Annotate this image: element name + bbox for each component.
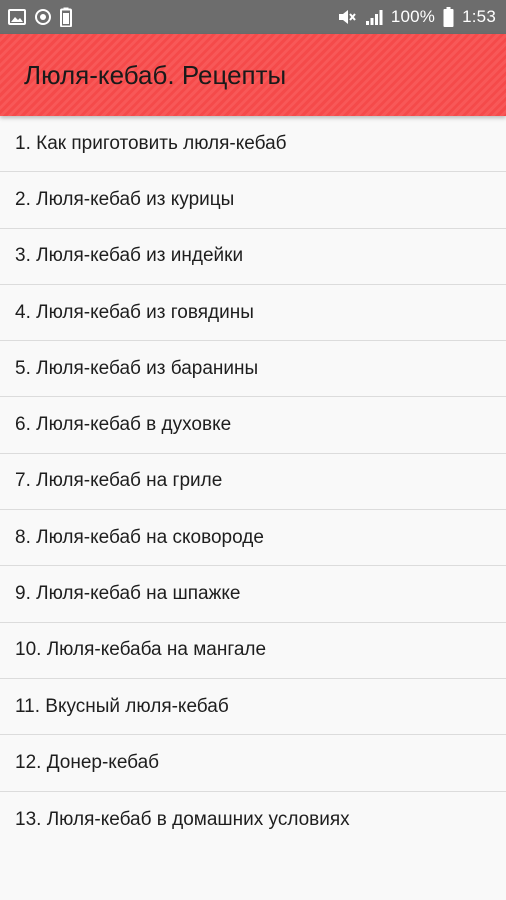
sync-icon (34, 8, 52, 26)
status-right: 100% 1:53 (337, 7, 496, 27)
battery-percent: 100% (390, 7, 436, 26)
app-bar: Люля-кебаб. Рецепты (0, 34, 506, 116)
recipe-list-item[interactable]: 6. Люля-кебаб в духовке (0, 397, 506, 454)
battery-saver-icon (60, 7, 72, 27)
recipe-list-item[interactable]: 2. Люля-кебаб из курицы (0, 172, 506, 229)
recipe-list-item[interactable]: 13. Люля-кебаб в домашних условиях (0, 791, 506, 848)
recipe-list-item[interactable]: 5. Люля-кебаб из баранины (0, 341, 506, 398)
mute-icon (337, 8, 357, 26)
recipe-list-item[interactable]: 3. Люля-кебаб из индейки (0, 228, 506, 285)
recipe-list-item[interactable]: 1. Как приготовить люля-кебаб (0, 116, 506, 173)
recipe-list-item[interactable]: 7. Люля-кебаб на гриле (0, 453, 506, 511)
recipe-list-item[interactable]: 8. Люля-кебаб на сковороде (0, 510, 506, 567)
recipe-list-item[interactable]: 12. Донер-кебаб (0, 735, 506, 792)
page-title: Люля-кебаб. Рецепты (24, 59, 287, 90)
battery-icon (443, 7, 454, 27)
image-icon (8, 9, 26, 25)
status-left (8, 7, 72, 27)
clock: 1:53 (462, 7, 496, 26)
recipe-list-item[interactable]: 11. Вкусный люля-кебаб (0, 678, 506, 736)
recipe-list-item[interactable]: 9. Люля-кебаб на шпажке (0, 566, 506, 623)
status-bar: 100% 1:53 (0, 0, 506, 34)
recipe-list-item[interactable]: 4. Люля-кебаб из говядины (0, 284, 506, 342)
recipe-list-item[interactable]: 10. Люля-кебаба на мангале (0, 622, 506, 679)
signal-icon (365, 8, 383, 26)
recipe-list: 1. Как приготовить люля-кебаб 2. Люля-кеб… (0, 116, 506, 848)
